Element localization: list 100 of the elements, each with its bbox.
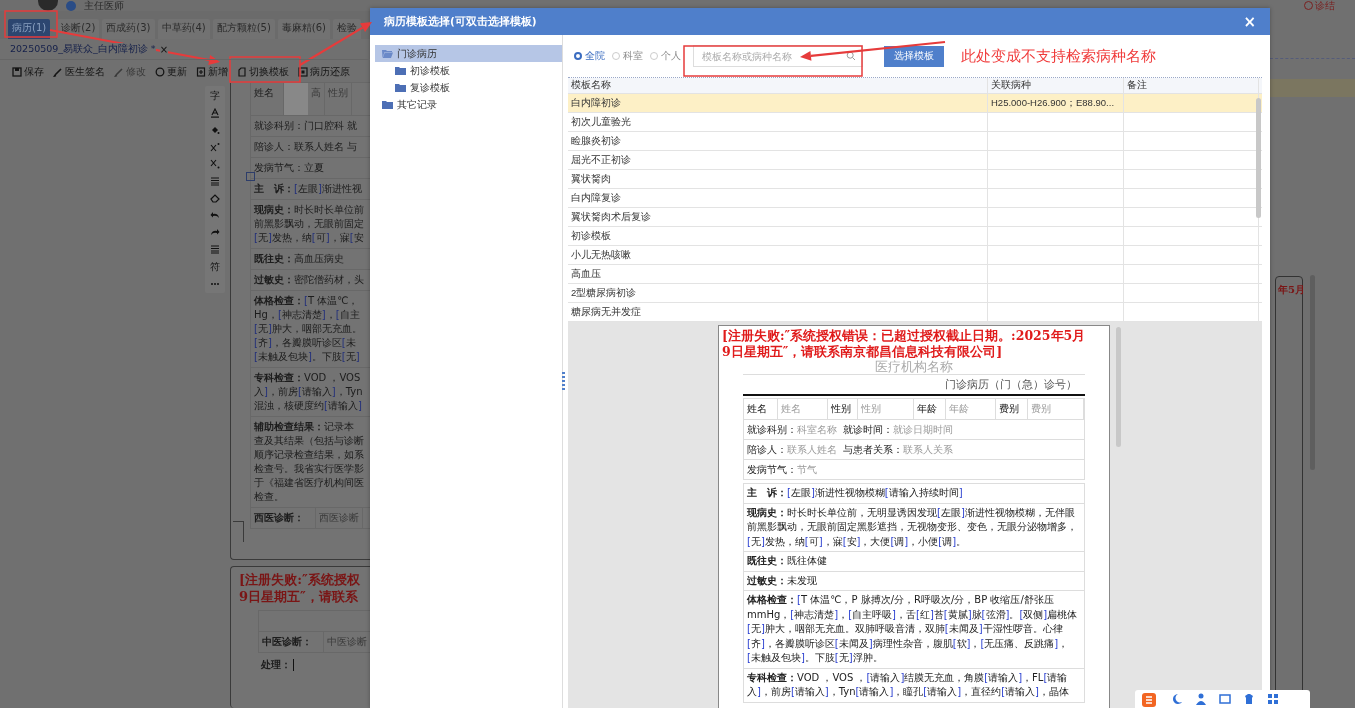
record-title: 门诊病历（门（急）诊号） xyxy=(743,375,1085,396)
field-label: 与患者关系： xyxy=(843,444,903,455)
field-label: 姓名 xyxy=(744,399,778,419)
select-template-button[interactable]: 选择模板 xyxy=(884,45,944,67)
tree-item[interactable]: 初诊模板 xyxy=(375,62,562,79)
field-value: 费别 xyxy=(1028,399,1084,419)
template-row[interactable]: 2型糖尿病初诊 xyxy=(568,284,1262,303)
record-section: 体格检查：[T 体温℃，P 脉搏次/分，R呼吸次/分，BP 收缩压/舒张压mmHg，[神志清楚]，[自主呼吸]，舌[红]苔[黄腻]脉[弦滑]。[双侧]扁桃体[无]肿大，咽部无充血。双肺呼吸音清，双肺[未闻及]干湿性啰音。心律[齐]，各瓣膜听诊区[未闻及]病理性杂音，腹肌[软]，[无压痛、反跳痛]，[未触及包块]。下肢[无]浮肿。 xyxy=(743,590,1085,669)
disease-codes: H25.000-H26.900；E88.90... xyxy=(991,96,1115,110)
field-label: 陪诊人： xyxy=(747,444,787,455)
record-cell: 中医诊断： xyxy=(259,632,324,652)
template-name: 糖尿病无并发症 xyxy=(571,305,641,319)
highlight-frame xyxy=(229,56,301,83)
organization-name: 医疗机构名称 xyxy=(743,360,1085,375)
record-tab[interactable]: 检验 xyxy=(333,19,362,39)
square-icon xyxy=(298,66,308,77)
document-tab[interactable]: 20250509_易联众_白内障初诊 * xyxy=(10,42,156,56)
record-tab[interactable]: 配方颗粒(5) xyxy=(212,19,275,39)
undo-icon[interactable] xyxy=(210,210,220,220)
field-label: 年龄 xyxy=(914,399,946,419)
eraser-icon[interactable] xyxy=(210,193,220,203)
save-icon xyxy=(12,66,22,77)
template-row[interactable]: 初诊模板 xyxy=(568,227,1262,246)
toolbar-button[interactable]: 医生签名 xyxy=(53,64,105,79)
tree-item[interactable]: 门诊病历 xyxy=(375,45,562,62)
record-tab[interactable]: 西成药(3) xyxy=(102,19,155,39)
column-header[interactable]: 模板名称 xyxy=(568,78,988,93)
template-row[interactable]: 高血压 xyxy=(568,265,1262,284)
document-icon xyxy=(237,66,247,77)
field-label: 就诊科别： xyxy=(747,424,797,435)
finish-link[interactable]: 诊结 xyxy=(1315,0,1335,11)
field-value: 姓名 xyxy=(778,399,828,419)
list-icon[interactable] xyxy=(210,244,220,254)
license-error: [注册失败:″系统授权 9日星期五″，请联系 xyxy=(238,571,361,605)
pencil-icon xyxy=(53,66,63,77)
annotation-note: 此处变成不支持检索病种名称 xyxy=(961,46,1156,66)
record-tab[interactable]: 中草药(4) xyxy=(157,19,210,39)
field-value: 年龄 xyxy=(946,399,996,419)
template-name: 翼状胬肉 xyxy=(571,172,611,186)
align-icon[interactable] xyxy=(210,176,220,186)
toolbar-button[interactable]: 保存 xyxy=(12,64,44,79)
splitter-handle[interactable] xyxy=(562,372,565,390)
font-color-icon[interactable] xyxy=(210,108,220,118)
highlight-frame xyxy=(4,10,58,38)
scrollbar[interactable] xyxy=(1116,327,1121,447)
fill-icon[interactable] xyxy=(210,125,220,135)
page-corner-mark xyxy=(233,521,244,542)
toolbar-button[interactable]: 病历还原 xyxy=(298,64,350,79)
document-plus-icon xyxy=(196,66,206,77)
logo-icon[interactable] xyxy=(1141,691,1157,707)
field-label: 发病节气： xyxy=(747,464,797,475)
folder-icon xyxy=(382,49,393,58)
tree-item[interactable]: 复诊模板 xyxy=(375,79,562,96)
license-error: [注册失败:″系统授权错误：已超过授权截止日期。:2025年5月 9日星期五″，请联系南京都昌信息科技有限公司] xyxy=(721,327,1087,360)
close-button[interactable]: × xyxy=(1243,12,1256,31)
close-icon[interactable]: × xyxy=(159,43,168,55)
scope-radio[interactable]: 全院 xyxy=(574,49,605,63)
column-header[interactable]: 备注 xyxy=(1124,78,1259,93)
column-header[interactable]: 关联病种 xyxy=(988,78,1124,93)
template-name: 初诊模板 xyxy=(571,229,611,243)
superscript-icon[interactable] xyxy=(210,142,220,152)
text-cursor xyxy=(293,659,294,671)
template-name: 翼状胬肉术后复诊 xyxy=(571,210,651,224)
record-section: 过敏史：未发现 xyxy=(743,570,1085,591)
template-name: 高血压 xyxy=(571,267,601,281)
scope-radio[interactable]: 科室 xyxy=(612,49,643,63)
record-tab[interactable]: 毒麻精(6) xyxy=(277,19,331,39)
format-button[interactable]: 字 xyxy=(210,90,220,101)
folder-icon xyxy=(395,83,406,92)
template-row[interactable]: 白内障初诊 H25.000-H26.900；E88.90... xyxy=(568,94,1262,113)
template-row[interactable]: 翼状胬肉术后复诊 xyxy=(568,208,1262,227)
field-value: 科室名称 xyxy=(797,424,837,435)
grid-icon[interactable] xyxy=(1267,693,1279,705)
subscript-icon[interactable] xyxy=(210,159,220,169)
circle-icon xyxy=(155,66,165,77)
scope-radio[interactable]: 个人 xyxy=(650,49,681,63)
search-icon xyxy=(846,51,856,61)
toolbar-button[interactable]: 新增 xyxy=(196,64,228,79)
field-value: 节气 xyxy=(797,464,817,475)
pencil-icon xyxy=(114,66,124,77)
dialog-title: 病历模板选择(可双击选择模板) xyxy=(384,14,537,29)
field-label: 费别 xyxy=(996,399,1028,419)
expand-icon[interactable] xyxy=(246,172,255,181)
field-value: 联系人关系 xyxy=(903,444,953,455)
scrollbar[interactable] xyxy=(1256,98,1261,218)
shirt-icon[interactable] xyxy=(1243,693,1255,705)
field-value: 联系人姓名 xyxy=(787,444,837,455)
record-tab[interactable]: 病历(1) xyxy=(8,19,51,39)
template-row[interactable]: 小儿无热咳嗽 xyxy=(568,246,1262,265)
redo-icon[interactable] xyxy=(210,227,220,237)
record-section: 现病史：时长时长单位前，无明显诱因发现[左眼]渐进性视物模糊，无伴眼前黑影飘动，无眼前固定黑影遮挡，无视物变形、变色，无眼分泌物增多，[无]发热，纳[可]，寐[安]，大便[调]，小便[调]。 xyxy=(743,502,1085,552)
format-button[interactable]: 符 xyxy=(210,261,220,272)
person-icon[interactable] xyxy=(1195,693,1207,705)
tree-item[interactable]: 其它记录 xyxy=(375,96,562,113)
toolbar-button[interactable]: 切换模板 xyxy=(237,64,289,79)
record-section: 既往史：既往体健 xyxy=(743,551,1085,572)
toolbar-button[interactable]: 更新 xyxy=(155,64,187,79)
template-name: 小儿无热咳嗽 xyxy=(571,248,631,262)
template-name: 睑腺炎初诊 xyxy=(571,134,621,148)
user-icon xyxy=(66,0,76,11)
